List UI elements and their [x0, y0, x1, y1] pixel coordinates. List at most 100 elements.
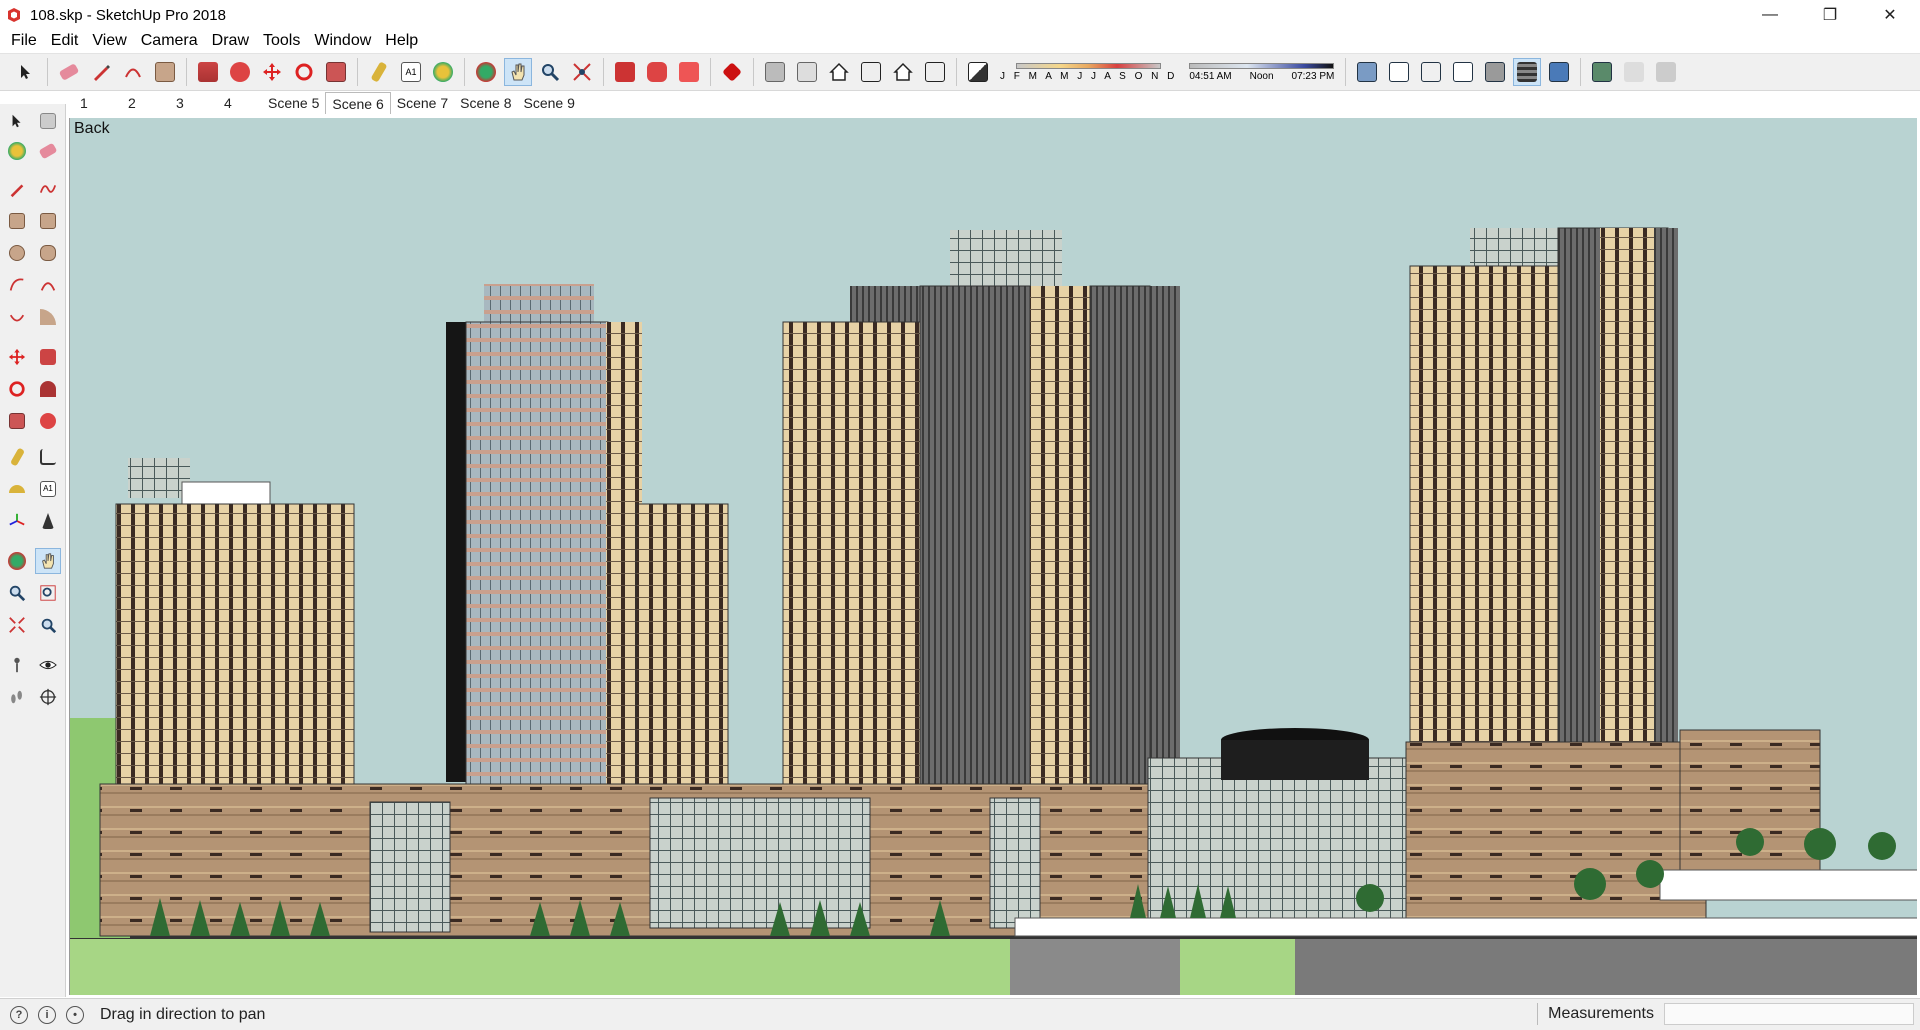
offset-tool-button[interactable]	[226, 58, 254, 86]
pal-rotated-rectangle-button[interactable]	[35, 208, 61, 234]
pal-eraser-button[interactable]	[35, 138, 61, 164]
pal-line-button[interactable]	[4, 176, 30, 202]
scene-tab-4[interactable]: 4	[214, 92, 262, 114]
front-view-button[interactable]	[825, 58, 853, 86]
monochrome-button[interactable]	[1545, 58, 1573, 86]
menu-draw[interactable]: Draw	[205, 32, 256, 50]
pal-axes-button[interactable]	[4, 508, 30, 534]
pal-offset-button[interactable]	[35, 408, 61, 434]
pal-zoom-extents-button[interactable]	[4, 612, 30, 638]
pal-pan-button[interactable]	[35, 548, 61, 574]
pal-dimension-button[interactable]	[35, 444, 61, 470]
xray-style-button[interactable]	[1353, 58, 1381, 86]
orbit-tool-button[interactable]	[472, 58, 500, 86]
pal-orbit-button[interactable]	[4, 548, 30, 574]
pal-select-button[interactable]	[4, 108, 30, 134]
add-location-button[interactable]	[1588, 58, 1616, 86]
info-icon[interactable]: i	[38, 1005, 56, 1024]
menu-file[interactable]: File	[4, 32, 44, 50]
pal-follow-me-button[interactable]	[35, 376, 61, 402]
wireframe-button[interactable]	[1417, 58, 1445, 86]
scene-tab-9[interactable]: Scene 9	[518, 92, 581, 114]
zoom-extents-button[interactable]	[568, 58, 596, 86]
pal-pie-button[interactable]	[35, 304, 61, 330]
menu-view[interactable]: View	[85, 32, 133, 50]
pal-previous-view-button[interactable]	[35, 612, 61, 638]
pal-freehand-button[interactable]	[35, 176, 61, 202]
pal-arc-button[interactable]	[4, 272, 30, 298]
pal-zoom-button[interactable]	[4, 580, 30, 606]
geo-location-icon[interactable]: ?	[10, 1005, 28, 1024]
menu-camera[interactable]: Camera	[134, 32, 205, 50]
pal-push-pull-button[interactable]	[35, 344, 61, 370]
right-view-button[interactable]	[857, 58, 885, 86]
shaded-button[interactable]	[1481, 58, 1509, 86]
shadows-toggle-button[interactable]	[964, 58, 992, 86]
rotate-tool-button[interactable]	[290, 58, 318, 86]
pal-component-button[interactable]	[35, 108, 61, 134]
measurements-input[interactable]	[1664, 1003, 1914, 1025]
minimize-button[interactable]: —	[1740, 0, 1800, 30]
menu-tools[interactable]: Tools	[256, 32, 307, 50]
menu-edit[interactable]: Edit	[44, 32, 86, 50]
top-view-button[interactable]	[793, 58, 821, 86]
push-pull-tool-button[interactable]	[194, 58, 222, 86]
tape-measure-button[interactable]	[365, 58, 393, 86]
pal-look-around-button[interactable]	[35, 652, 61, 678]
pal-3point-arc-button[interactable]	[4, 304, 30, 330]
eraser-tool-button[interactable]	[55, 58, 83, 86]
pal-2point-arc-button[interactable]	[35, 272, 61, 298]
pal-scale-button[interactable]	[4, 408, 30, 434]
scene-tab-7[interactable]: Scene 7	[391, 92, 454, 114]
pal-circle-button[interactable]	[4, 240, 30, 266]
rectangle-tool-button[interactable]	[151, 58, 179, 86]
toggle-terrain-button[interactable]	[1620, 58, 1648, 86]
pal-rotate-button[interactable]	[4, 376, 30, 402]
scale-tool-button[interactable]	[322, 58, 350, 86]
scene-tab-3[interactable]: 3	[166, 92, 214, 114]
left-view-button[interactable]	[921, 58, 949, 86]
pal-tape-measure-button[interactable]	[4, 444, 30, 470]
extension-warehouse-button[interactable]	[643, 58, 671, 86]
text-tool-button[interactable]: A1	[397, 58, 425, 86]
scene-tab-6[interactable]: Scene 6	[325, 92, 391, 114]
select-tool-button[interactable]	[12, 58, 40, 86]
shadow-date-slider[interactable]: J F M A M J J A S O N D	[1000, 62, 1177, 82]
3d-warehouse-button[interactable]	[611, 58, 639, 86]
line-tool-button[interactable]	[87, 58, 115, 86]
pan-tool-button[interactable]	[504, 58, 532, 86]
scene-tab-5[interactable]: Scene 5	[262, 92, 325, 114]
pal-3d-text-button[interactable]	[35, 508, 61, 534]
menu-help[interactable]: Help	[378, 32, 425, 50]
model-viewport[interactable]: Back	[69, 118, 1917, 995]
pal-section-plane-button[interactable]	[35, 684, 61, 710]
paint-bucket-button[interactable]	[429, 58, 457, 86]
menu-window[interactable]: Window	[307, 32, 378, 50]
pal-position-camera-button[interactable]	[4, 652, 30, 678]
back-edges-button[interactable]	[1385, 58, 1413, 86]
pal-protractor-button[interactable]	[4, 476, 30, 502]
scene-tab-8[interactable]: Scene 8	[454, 92, 517, 114]
user-account-icon[interactable]: •	[66, 1005, 84, 1024]
photo-textures-button[interactable]	[1652, 58, 1680, 86]
move-tool-button[interactable]	[258, 58, 286, 86]
back-view-button[interactable]	[889, 58, 917, 86]
pal-polygon-button[interactable]	[35, 240, 61, 266]
pal-text-button[interactable]: A1	[35, 476, 61, 502]
pal-rectangle-button[interactable]	[4, 208, 30, 234]
ruby-console-button[interactable]	[718, 58, 746, 86]
hidden-line-button[interactable]	[1449, 58, 1477, 86]
pal-walk-button[interactable]	[4, 684, 30, 710]
pal-move-button[interactable]	[4, 344, 30, 370]
scene-tab-1[interactable]: 1	[70, 92, 118, 114]
arc-tool-button[interactable]	[119, 58, 147, 86]
iso-view-button[interactable]	[761, 58, 789, 86]
shadow-time-slider[interactable]: 04:51 AM Noon 07:23 PM	[1189, 62, 1335, 82]
share-model-button[interactable]	[675, 58, 703, 86]
scene-tab-2[interactable]: 2	[118, 92, 166, 114]
shaded-textures-button[interactable]	[1513, 58, 1542, 86]
restore-button[interactable]: ❐	[1800, 0, 1860, 30]
close-button[interactable]: ✕	[1860, 0, 1920, 30]
pal-paint-bucket-button[interactable]	[4, 138, 30, 164]
pal-zoom-window-button[interactable]	[35, 580, 61, 606]
